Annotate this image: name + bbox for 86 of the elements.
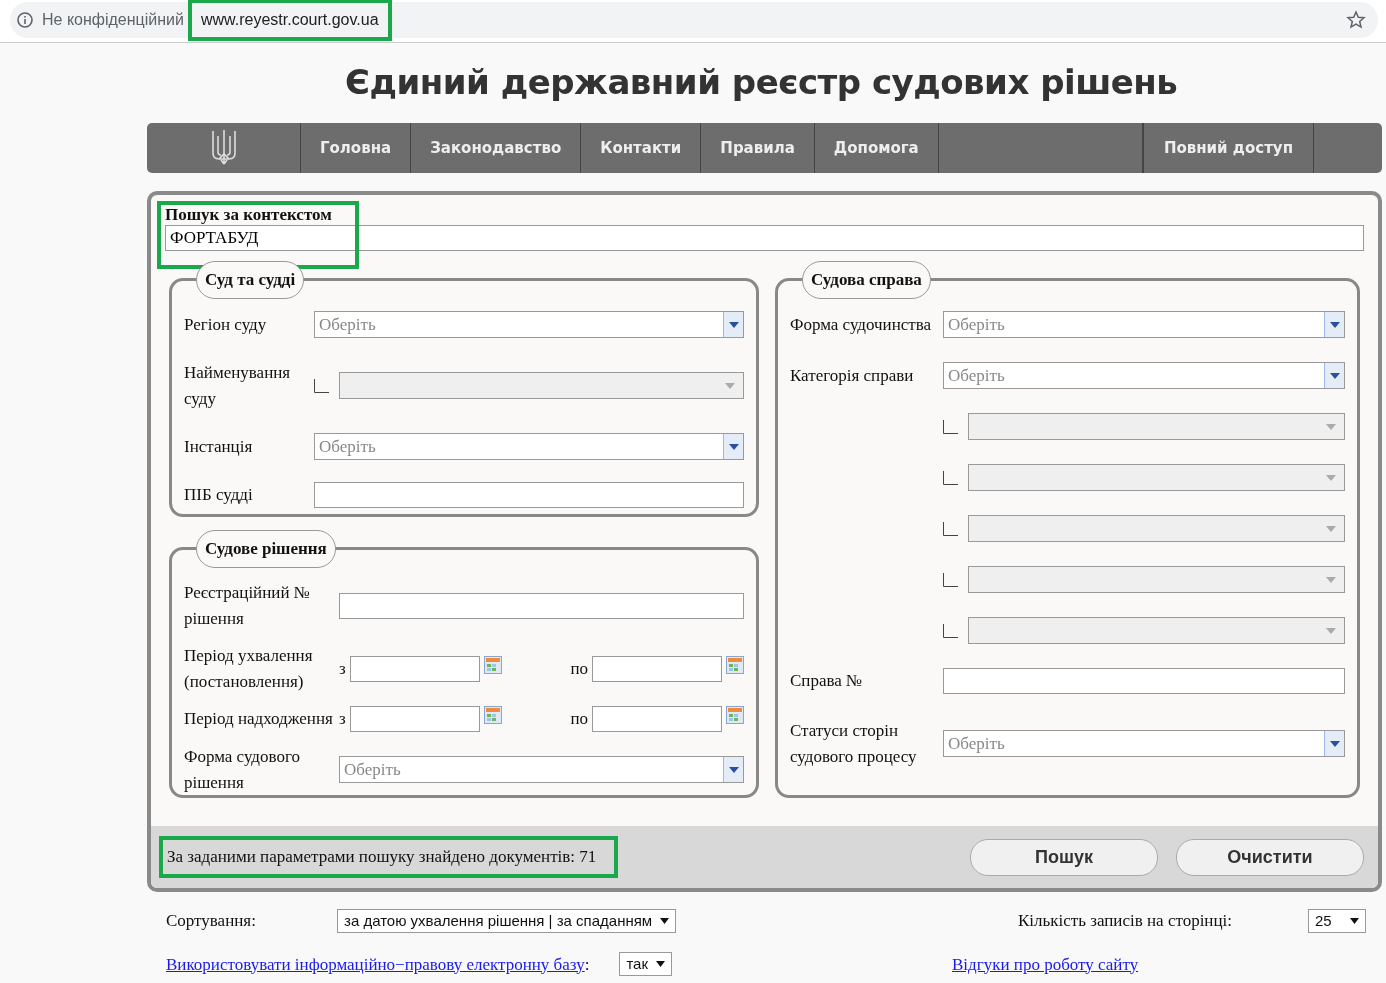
dropdown-arrow-icon: [1329, 740, 1340, 747]
range-label: по: [570, 708, 588, 731]
calendar-icon: [726, 655, 744, 674]
nav-link[interactable]: Головна: [301, 123, 412, 173]
date-field[interactable]: [349, 706, 480, 732]
select-field[interactable]: [968, 464, 1345, 491]
feedback-link[interactable]: Відгуки про роботу сайту: [952, 951, 1139, 977]
tree-connector-icon: [943, 470, 958, 485]
field-label: Справа №: [790, 670, 864, 693]
range-label: з: [339, 708, 346, 731]
field-label: Статуси сторін судового процесу: [790, 720, 918, 768]
database-select[interactable]: так: [619, 952, 673, 977]
field-label: Регіон суду: [184, 313, 268, 336]
per-page-label: Кількість записів на сторінці:: [1017, 910, 1232, 932]
sort-select[interactable]: за датою ухвалення рішення | за спаданням: [337, 908, 677, 933]
sort-label: Сортування:: [166, 910, 257, 932]
calendar-icon: [483, 706, 502, 724]
select-field[interactable]: Оберіть: [943, 362, 1345, 389]
select-field[interactable]: [968, 617, 1345, 644]
select-field[interactable]: Оберіть: [314, 433, 744, 460]
dropdown-arrow-icon: [1326, 576, 1336, 583]
dropdown-arrow-icon: [728, 443, 739, 450]
field-label: Категорія справи: [790, 364, 915, 387]
dropdown-arrow-icon: [728, 321, 739, 328]
page-title: Єдиний державний реєстр судових рішень: [345, 61, 1179, 104]
tree-connector-icon: [943, 623, 958, 638]
search-button[interactable]: Пошук: [970, 838, 1158, 876]
dropdown-arrow-icon: [1326, 525, 1336, 532]
nav-link[interactable]: Допомога: [814, 123, 939, 173]
nav-link[interactable]: Повний доступ: [1142, 123, 1314, 173]
calendar-icon: [726, 706, 744, 724]
nav-link[interactable]: Контакти: [581, 123, 702, 173]
field-label: Форма судового рішення: [184, 746, 301, 794]
field-label: ПІБ судді: [184, 484, 254, 507]
dropdown-arrow-icon: [1326, 423, 1336, 430]
group-title: Судова справа: [802, 261, 931, 299]
dropdown-arrow-icon: [1329, 321, 1340, 328]
select-field[interactable]: Оберіть: [943, 730, 1345, 757]
field-label: Інстанція: [184, 435, 254, 458]
dropdown-arrow-icon: [1329, 372, 1340, 379]
select-field[interactable]: [968, 566, 1345, 593]
select-field[interactable]: [968, 413, 1345, 440]
result-count: За заданими параметрами пошуку знайдено документів: 71: [159, 836, 619, 878]
info-icon: [16, 11, 34, 29]
tree-connector-icon: [314, 378, 329, 393]
security-label: Не конфіденційний: [42, 10, 184, 30]
input-field[interactable]: [314, 482, 744, 508]
date-field[interactable]: [592, 706, 722, 732]
field-label: Реєстраційний № рішення: [184, 582, 311, 630]
database-link[interactable]: Використовувати інформаційно−правову електронну базу: [166, 951, 585, 977]
input-field[interactable]: [943, 668, 1345, 694]
range-label: по: [570, 657, 588, 680]
per-page-select[interactable]: 25: [1308, 908, 1366, 933]
dropdown-arrow-icon: [728, 766, 739, 773]
dropdown-arrow-icon: [725, 382, 735, 389]
select-field[interactable]: Оберіть: [339, 756, 744, 783]
dropdown-arrow-icon: [1326, 474, 1336, 481]
field-label: Найменування суду: [184, 362, 292, 410]
select-field[interactable]: [968, 515, 1345, 542]
dropdown-arrow-icon: [660, 917, 670, 924]
nav-link[interactable]: Законодавство: [411, 123, 582, 173]
field-label: Період ухвалення (постановлення): [184, 645, 314, 693]
select-field[interactable]: [339, 372, 744, 399]
colon-text: :: [584, 953, 590, 976]
nav-link[interactable]: Правила: [701, 123, 815, 173]
field-label: Період надходження: [184, 708, 334, 731]
calendar-icon: [483, 655, 502, 674]
group-title: Суд та судді: [196, 261, 305, 299]
star-icon: [1346, 10, 1366, 30]
input-field[interactable]: [339, 592, 744, 619]
tree-connector-icon: [943, 521, 958, 536]
select-field[interactable]: Оберіть: [314, 311, 744, 338]
dropdown-arrow-icon: [1326, 627, 1336, 634]
search-label: Пошук за контекстом: [165, 205, 333, 225]
tree-connector-icon: [943, 572, 958, 587]
search-field[interactable]: ФОРТАБУД: [165, 225, 1364, 251]
field-label: Форма судочинства: [790, 313, 933, 336]
date-field[interactable]: [592, 655, 722, 682]
dropdown-arrow-icon: [656, 961, 666, 968]
range-label: з: [339, 657, 346, 680]
group-title: Судове рішення: [196, 530, 336, 568]
tree-connector-icon: [943, 419, 958, 434]
date-field[interactable]: [349, 655, 480, 682]
clear-button[interactable]: Очистити: [1176, 838, 1364, 876]
select-field[interactable]: Оберіть: [943, 311, 1345, 338]
dropdown-arrow-icon: [1350, 917, 1359, 924]
